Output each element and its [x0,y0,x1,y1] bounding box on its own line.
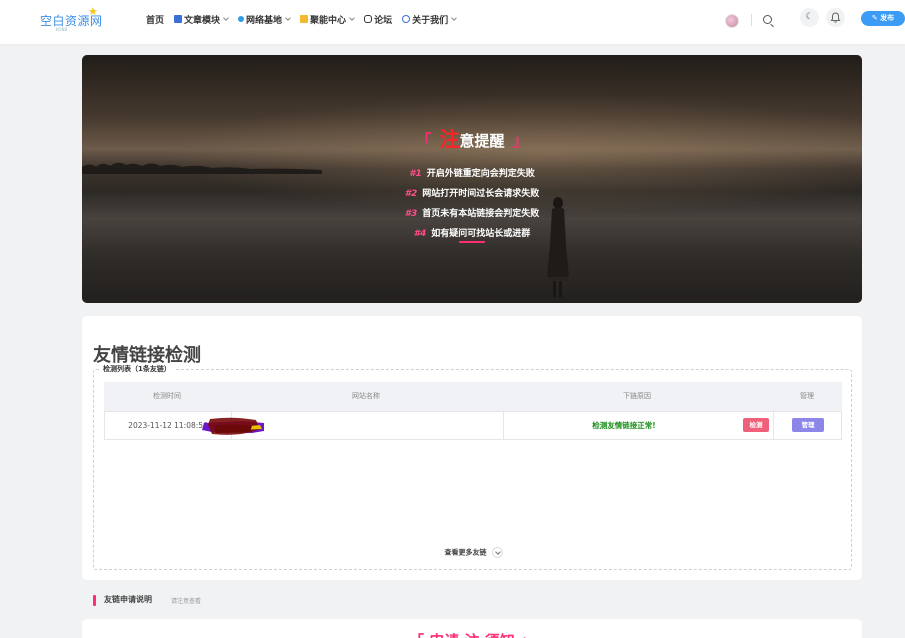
table-row: 2023-11-12 11:08:56 检测友情链接正常! 检测 管理 [104,411,842,440]
info-icon [402,15,411,23]
site-logo[interactable]: 空白资源网 KONB ★ [38,5,102,36]
notice-item-number: #3 [404,209,418,219]
nav-item-forum[interactable]: 论坛 [364,13,392,26]
nav-item-network[interactable]: 网络基地 [238,13,291,26]
table-header: 检测时间 网站名称 下链原因 管理 [104,382,842,411]
notice-title: 「注意提醒」 [82,123,862,152]
publish-button[interactable]: ✎ 发布 [861,11,905,26]
notice-item-number: #2 [404,189,418,199]
chevron-down-icon [223,14,229,21]
top-navbar: 空白资源网 KONB ★ 首页 文章模块 网络基地 聚能中心 论坛 关于我们 ☾… [0,0,905,44]
section-accent-bar [93,595,96,606]
check-result: 检测友情链接正常! [592,421,656,430]
notice-item-text: 如有疑问可找站长或进群 [431,229,531,239]
notice-item-text: 网站打开时间过长会请求失败 [422,189,540,199]
manage-button[interactable]: 管理 [792,418,824,432]
notice-banner: 「注意提醒」 #1 开启外链重定向会判定失败 #2 网站打开时间过长会请求失败 #3… [82,55,862,303]
title-underline [459,241,485,243]
notice-item: #4 如有疑问可找站长或进群 [82,226,862,239]
user-avatar[interactable] [725,14,739,28]
nav-item-label: 文章模块 [184,15,221,26]
check-list-box: 检测列表（1条友链） 检测时间 网站名称 下链原因 管理 2023-11-12 … [93,364,853,570]
check-list-label: 检测列表（1条友链） [100,364,174,374]
cell-divider [773,412,774,439]
nav-item-label: 聚能中心 [310,15,347,26]
notice-item-number: #1 [409,169,422,179]
title-highlight: 注 [439,127,460,151]
divider [751,14,752,26]
globe-icon [238,16,245,22]
link-checker-card: 友情链接检测 检测列表（1条友链） 检测时间 网站名称 下链原因 管理 2023… [82,316,862,580]
logo-subtext: KONB [56,27,68,32]
notice-item: #2 网站打开时间过长会请求失败 [82,186,862,199]
notice-item: #1 开启外链重定向会判定失败 [82,166,862,179]
detect-button[interactable]: 检测 [743,418,769,432]
nav-item-label: 首页 [146,15,165,26]
nav-item-about[interactable]: 关于我们 [402,13,457,26]
dark-mode-moon-icon[interactable]: ☾ [800,8,819,27]
site-name [232,412,503,439]
notice-item-text: 开启外链重定向会判定失败 [426,169,535,179]
apply-card: 「 申请 注 须知 」 [82,619,862,638]
nav-item-label: 论坛 [374,15,393,26]
nav-item-hub[interactable]: 聚能中心 [300,13,355,26]
column-header-time: 检测时间 [153,392,181,400]
chevron-down-icon [285,14,291,21]
view-more-links[interactable]: 查看更多友链 [94,547,853,558]
bell-icon [830,12,841,23]
title-left-bracket: 「 [415,131,432,150]
grid-icon [300,15,309,23]
title-right-bracket: 」 [512,131,529,150]
column-header-manage: 管理 [800,392,814,400]
nav-item-label: 网络基地 [246,15,283,26]
book-icon [174,15,183,23]
main-nav: 首页 文章模块 网络基地 聚能中心 论坛 关于我们 [146,12,466,26]
section-subtitle: 请注意查看 [171,598,202,605]
chat-icon [364,15,373,23]
notice-item-number: #4 [413,229,427,239]
chevron-down-icon [349,14,355,21]
section-title: 友链申请说明 [104,595,152,604]
notice-item-text: 首页未有本站链接会判定失败 [422,209,540,219]
notice-item: #3 首页未有本站链接会判定失败 [82,206,862,219]
nav-item-home[interactable]: 首页 [146,13,164,26]
nav-item-articles[interactable]: 文章模块 [174,13,229,26]
chevron-down-icon [451,14,457,21]
search-icon[interactable] [763,15,772,24]
redacted-site-name [202,417,264,435]
nav-item-label: 关于我们 [412,15,449,26]
chevron-down-icon [491,547,503,558]
title-rest: 意提醒 [459,132,505,150]
view-more-label: 查看更多友链 [444,548,487,557]
star-icon: ★ [88,5,98,18]
column-header-reason: 下链原因 [623,392,651,400]
banner-shade [82,55,862,303]
column-header-site: 网站名称 [352,392,380,400]
apply-card-title: 「 申请 注 须知 」 [82,630,862,638]
notification-bell-icon[interactable] [826,8,845,27]
